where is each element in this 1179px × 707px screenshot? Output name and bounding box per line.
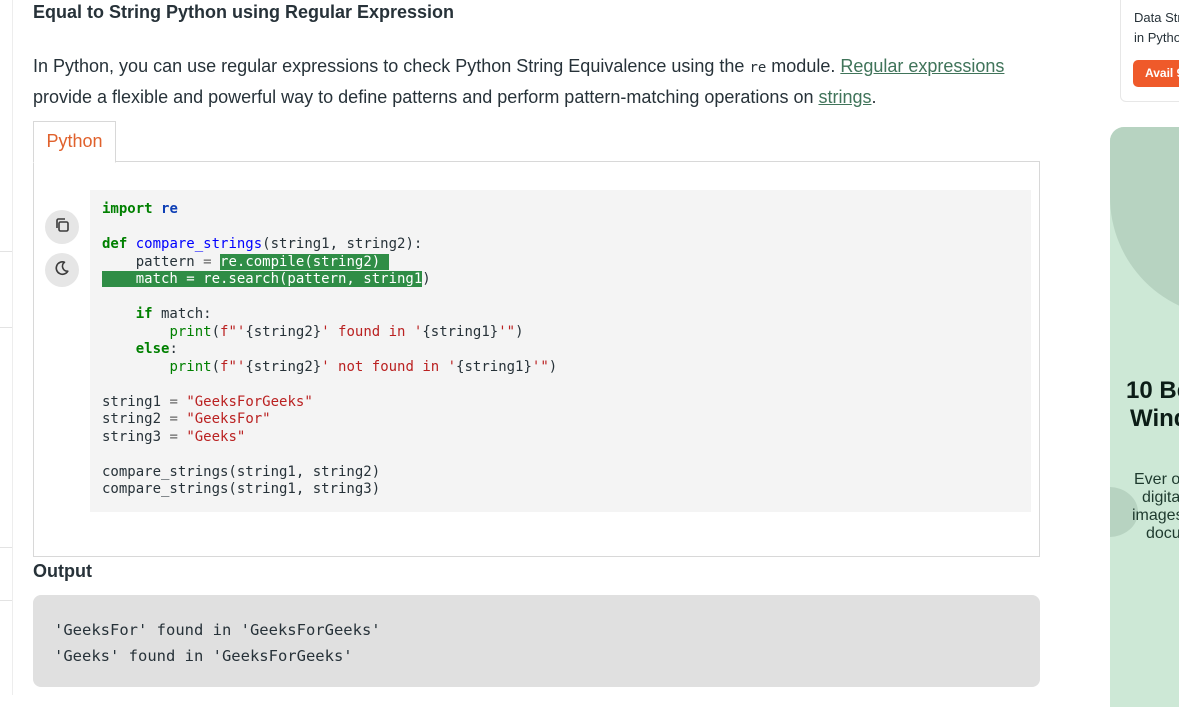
ad-title: 10 Be <box>1126 377 1179 404</box>
output-text: 'GeeksFor' found in 'GeeksForGeeks' 'Gee… <box>54 617 1040 669</box>
ad-description: digita <box>1142 489 1179 506</box>
course-title-line: in Pytho <box>1134 30 1179 45</box>
code-text: ( <box>211 358 221 375</box>
ad-description: docu <box>1146 525 1179 542</box>
moon-icon <box>54 260 70 281</box>
output-line: 'GeeksFor' found in 'GeeksForGeeks' <box>54 621 381 639</box>
strings-link[interactable]: strings <box>818 87 871 107</box>
module-name: re <box>161 201 178 217</box>
output-line: 'Geeks' found in 'GeeksForGeeks' <box>54 647 353 665</box>
paragraph-text: . <box>871 87 877 107</box>
code-panel: import re def compare_strings(string1, s… <box>33 161 1040 557</box>
selected-code: re.compile(string2) <box>220 253 381 270</box>
code-tabs: Python import re def compare_strings(str… <box>33 121 1040 557</box>
advertisement-banner[interactable]: 10 Be Wind Ever o digita images docu <box>1110 127 1179 707</box>
keyword: else <box>135 341 170 357</box>
output-block: 'GeeksFor' found in 'GeeksForGeeks' 'Gee… <box>33 595 1040 687</box>
code-text: ) <box>422 271 431 287</box>
operator: = <box>169 428 178 445</box>
code-text: import re def compare_strings(string1, s… <box>102 201 1031 499</box>
ad-decoration <box>1110 127 1179 317</box>
paragraph-text: provide a flexible and powerful way to d… <box>33 87 819 107</box>
builtin-function: print <box>169 323 212 340</box>
string-literal: "GeeksFor" <box>186 411 271 427</box>
code-text: compare_strings(string1, string2) <box>102 463 381 480</box>
keyword: def <box>102 236 128 252</box>
rail-divider <box>0 327 12 328</box>
inline-code: re <box>749 60 767 76</box>
avail-offer-button[interactable]: Avail 9 <box>1133 60 1179 87</box>
tab-python[interactable]: Python <box>33 121 116 163</box>
string-literal: f"' <box>220 358 246 375</box>
paragraph-text: In Python, you can use regular expressio… <box>33 56 750 76</box>
interpolation: {string2} <box>245 358 322 375</box>
copy-icon <box>54 217 70 238</box>
string-literal: "GeeksForGeeks" <box>186 393 313 410</box>
sidebar-course-card[interactable]: Data Str in Pytho Avail 9 <box>1120 0 1179 102</box>
section-heading: Equal to String Python using Regular Exp… <box>33 2 455 22</box>
string-literal: ' found in ' <box>321 323 423 340</box>
string-literal: '" <box>498 323 516 340</box>
theme-toggle-button[interactable] <box>45 253 79 287</box>
code-text: (string1, string2): <box>262 236 423 252</box>
code-block[interactable]: import re def compare_strings(string1, s… <box>90 190 1031 512</box>
output-heading: Output <box>33 561 92 581</box>
ad-description: Ever o <box>1134 471 1179 488</box>
left-rail <box>0 0 13 695</box>
string-literal: '" <box>531 358 549 375</box>
ad-title: Wind <box>1130 405 1179 432</box>
code-text: string1 <box>102 393 170 410</box>
code-text: compare_strings(string1, string3) <box>102 481 381 497</box>
rail-divider <box>0 251 12 252</box>
string-literal: "Geeks" <box>186 428 246 445</box>
keyword: if <box>135 306 153 322</box>
code-text: ) <box>548 358 558 375</box>
copy-button[interactable] <box>45 210 79 244</box>
paragraph-text: module. <box>766 56 841 76</box>
operator: = <box>169 411 178 427</box>
code-text: string2 <box>102 411 170 427</box>
code-text: : <box>169 341 178 357</box>
ad-description: images <box>1132 507 1179 524</box>
code-text: string3 <box>102 428 170 445</box>
code-text: pattern <box>102 253 204 270</box>
string-literal: ' not found in ' <box>321 358 457 375</box>
string-literal: f"' <box>220 323 246 340</box>
code-text: ) <box>515 323 524 340</box>
interpolation: {string1} <box>456 358 532 375</box>
operator: = <box>169 393 178 410</box>
intro-paragraph: In Python, you can use regular expressio… <box>33 52 1033 112</box>
operator: = <box>203 253 212 270</box>
interpolation: {string1} <box>422 323 499 340</box>
rail-divider <box>0 600 12 601</box>
code-text: ( <box>211 323 221 340</box>
selected-code: match = re.search(pattern, string1 <box>102 271 423 287</box>
rail-divider <box>0 547 12 548</box>
keyword: import <box>102 201 153 217</box>
builtin-function: print <box>169 358 212 375</box>
function-name: compare_strings <box>135 236 263 252</box>
regular-expressions-link[interactable]: Regular expressions <box>840 56 1004 76</box>
code-text: match: <box>152 306 212 322</box>
course-title-line: Data Str <box>1134 10 1179 25</box>
interpolation: {string2} <box>245 323 322 340</box>
